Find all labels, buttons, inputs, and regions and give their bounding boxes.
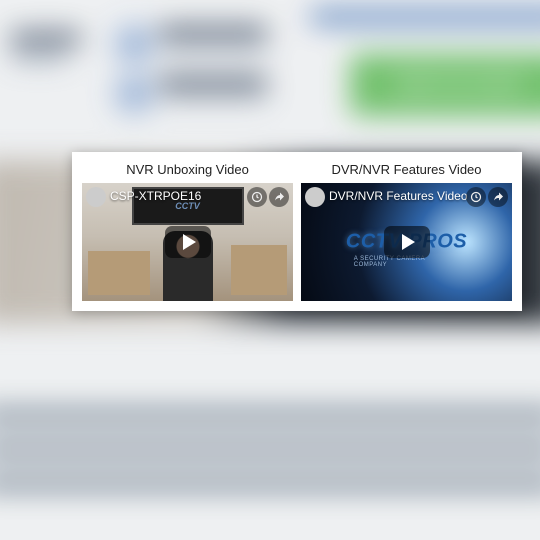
sku-line (10, 32, 82, 44)
description-line (0, 410, 540, 421)
watch-later-icon[interactable] (466, 187, 486, 207)
video-thumbnail-features[interactable]: CCTV PROS A SECURITY CAMERA COMPANY DVR/… (301, 183, 512, 301)
contact-label (158, 26, 268, 38)
channel-avatar-icon (305, 187, 325, 207)
add-to-cart-button[interactable]: ADD TO CART (350, 54, 540, 116)
contact-sub (158, 42, 268, 50)
video-left-column: NVR Unboxing Video CCTV CSP-XTRPOE16 (82, 160, 293, 301)
video-section-title: DVR/NVR Features Video (331, 162, 481, 177)
player-top-controls (466, 187, 508, 207)
phone-icon (114, 24, 154, 64)
video-popup-card: NVR Unboxing Video CCTV CSP-XTRPOE16 DVR… (72, 152, 522, 311)
contact-sub (158, 92, 268, 100)
contact-label (158, 76, 268, 88)
description-line (0, 478, 540, 489)
player-video-title: CSP-XTRPOE16 (110, 189, 201, 203)
description-line (0, 444, 540, 455)
player-top-controls (247, 187, 289, 207)
channel-avatar-icon (86, 187, 106, 207)
watch-later-icon[interactable] (247, 187, 267, 207)
box-prop (88, 251, 150, 295)
video-right-column: DVR/NVR Features Video CCTV PROS A SECUR… (301, 160, 512, 301)
share-icon[interactable] (488, 187, 508, 207)
play-button-icon[interactable] (384, 226, 430, 258)
video-thumbnail-unboxing[interactable]: CCTV CSP-XTRPOE16 (82, 183, 293, 301)
play-button-icon[interactable] (165, 226, 211, 258)
promo-banner (310, 10, 540, 24)
video-section-title: NVR Unboxing Video (126, 162, 249, 177)
add-to-cart-label: ADD TO CART (396, 75, 524, 95)
chat-icon (114, 74, 154, 114)
box-prop (231, 245, 287, 295)
share-icon[interactable] (269, 187, 289, 207)
sku-line (10, 50, 68, 62)
player-video-title: DVR/NVR Features Video (329, 189, 468, 203)
